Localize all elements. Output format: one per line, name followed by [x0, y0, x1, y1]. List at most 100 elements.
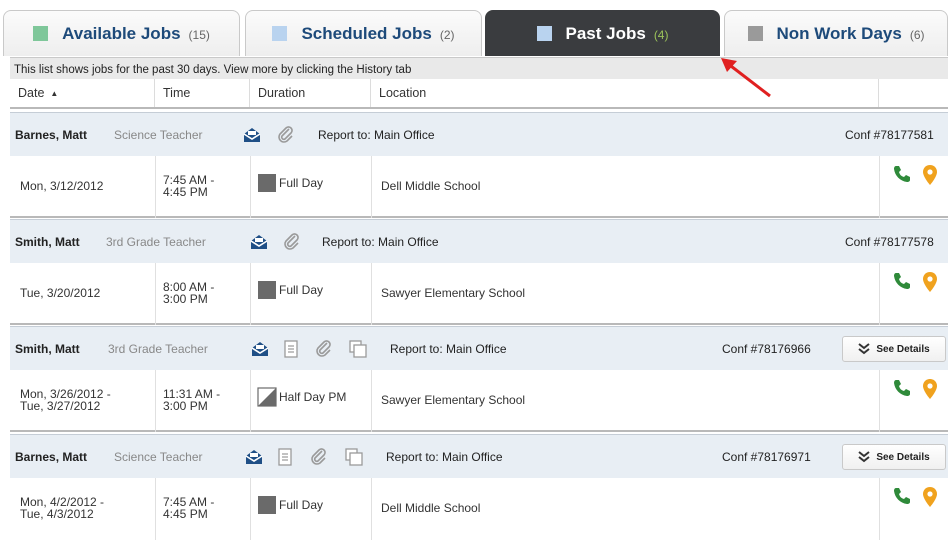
copy-icon[interactable] [348, 339, 368, 359]
attachment-icon[interactable] [282, 232, 302, 252]
tab-scheduled-jobs[interactable]: Scheduled Jobs (2) [245, 10, 482, 56]
chevron-double-down-icon [858, 343, 870, 355]
phone-icon[interactable] [892, 164, 912, 184]
report-location: Report to: Main Office [322, 235, 439, 249]
phone-icon[interactable] [892, 378, 912, 398]
envelope-icon[interactable] [250, 339, 270, 359]
job-duration-label: Full Day [279, 176, 324, 190]
tab-count: (4) [653, 28, 669, 42]
tab-label: Past Jobs [565, 23, 646, 43]
confirmation-number: Conf #78177581 [845, 128, 934, 142]
job-duration: Half Day PM [257, 387, 346, 407]
phone-icon[interactable] [892, 486, 912, 506]
see-details-button[interactable]: See Details [842, 336, 946, 362]
job-date-end: Tue, 4/3/2012 [20, 507, 94, 521]
job-header-row: Barnes, Matt Science Teacher Report to: … [10, 112, 948, 156]
envelope-icon[interactable] [244, 447, 264, 467]
report-location: Report to: Main Office [390, 342, 507, 356]
tab-non-work-days[interactable]: Non Work Days (6) [724, 10, 948, 56]
attachment-icon[interactable] [309, 447, 329, 467]
attachment-icon[interactable] [276, 125, 296, 145]
job-actions [892, 486, 938, 508]
employee-name: Smith, Matt [15, 342, 80, 356]
notes-icon[interactable] [281, 339, 301, 359]
tab-label: Non Work Days [776, 23, 902, 43]
job-duration: Full Day [257, 280, 323, 300]
report-location: Report to: Main Office [386, 450, 503, 464]
tab-bar: Available Jobs (15) Scheduled Jobs (2) P… [0, 0, 948, 56]
report-location: Report to: Main Office [318, 128, 435, 142]
column-time-label: Time [163, 86, 191, 100]
job-location: Dell Middle School [381, 501, 481, 515]
tab-swatch [33, 26, 49, 41]
job-detail-row: Mon, 3/26/2012 - Tue, 3/27/2012 11:31 AM… [10, 370, 948, 432]
employee-role: 3rd Grade Teacher [108, 342, 208, 356]
map-pin-icon[interactable] [922, 271, 938, 293]
confirmation-number: Conf #78177578 [845, 235, 934, 249]
column-time[interactable]: Time [155, 79, 250, 107]
tab-swatch [536, 26, 552, 41]
column-duration[interactable]: Duration [250, 79, 371, 107]
column-duration-label: Duration [258, 86, 306, 100]
employee-role: 3rd Grade Teacher [106, 235, 206, 249]
column-location-label: Location [379, 86, 427, 100]
phone-icon[interactable] [892, 271, 912, 291]
full-day-icon [258, 281, 276, 299]
job-duration: Full Day [257, 495, 323, 515]
employee-name: Barnes, Matt [15, 128, 88, 142]
job-header-row: Smith, Matt 3rd Grade Teacher Report to:… [10, 219, 948, 263]
full-day-icon [258, 496, 276, 514]
employee-role: Science Teacher [114, 450, 203, 464]
job-detail-row: Mon, 4/2/2012 - Tue, 4/3/2012 7:45 AM - … [10, 478, 948, 542]
job-time-end: 3:00 PM [163, 292, 208, 306]
table-header: Date ▲ Time Duration Location [10, 79, 948, 109]
job-detail-row: Tue, 3/20/2012 8:00 AM - 3:00 PM Full Da… [10, 263, 948, 325]
column-location[interactable]: Location [371, 79, 879, 107]
envelope-icon[interactable] [242, 125, 262, 145]
full-day-icon [258, 174, 276, 192]
job-date: Tue, 3/20/2012 [20, 286, 101, 300]
column-date-label: Date [18, 86, 45, 100]
chevron-double-down-icon [858, 451, 870, 463]
map-pin-icon[interactable] [922, 378, 938, 400]
employee-name: Smith, Matt [15, 235, 80, 249]
notes-icon[interactable] [275, 447, 295, 467]
copy-icon[interactable] [344, 447, 364, 467]
tab-available-jobs[interactable]: Available Jobs (15) [3, 10, 240, 56]
map-pin-icon[interactable] [922, 164, 938, 186]
job-duration-label: Half Day PM [279, 390, 347, 404]
confirmation-number: Conf #78176966 [722, 342, 811, 356]
job-duration: Full Day [257, 173, 323, 193]
sort-asc-icon: ▲ [50, 88, 59, 98]
envelope-icon[interactable] [249, 232, 269, 252]
tab-label: Available Jobs [62, 23, 181, 43]
job-location: Sawyer Elementary School [381, 393, 526, 407]
job-header-row: Smith, Matt 3rd Grade Teacher Report to:… [10, 326, 948, 370]
map-pin-icon[interactable] [922, 486, 938, 508]
job-duration-label: Full Day [279, 283, 324, 297]
see-details-label: See Details [876, 451, 930, 463]
column-date[interactable]: Date ▲ [10, 79, 155, 107]
tab-count: (2) [439, 28, 455, 42]
employee-role: Science Teacher [114, 128, 203, 142]
half-day-pm-icon [257, 387, 277, 407]
job-time-end: 4:45 PM [163, 185, 208, 199]
annotation-arrow-icon [721, 58, 771, 98]
tab-count: (15) [188, 28, 210, 42]
job-duration-label: Full Day [279, 498, 324, 512]
job-date-end: Tue, 3/27/2012 [20, 399, 101, 413]
attachment-icon[interactable] [314, 339, 334, 359]
confirmation-number: Conf #78176971 [722, 450, 811, 464]
job-detail-row: Mon, 3/12/2012 7:45 AM - 4:45 PM Full Da… [10, 156, 948, 218]
tab-swatch [747, 26, 763, 41]
tab-count: (6) [909, 28, 925, 42]
job-actions [892, 164, 938, 186]
tab-label: Scheduled Jobs [301, 23, 432, 43]
job-date: Mon, 3/12/2012 [20, 179, 104, 193]
job-actions [892, 378, 938, 400]
tab-past-jobs[interactable]: Past Jobs (4) [485, 10, 720, 56]
tab-swatch [272, 26, 288, 41]
job-actions [892, 271, 938, 293]
see-details-label: See Details [876, 343, 930, 355]
see-details-button[interactable]: See Details [842, 444, 946, 470]
